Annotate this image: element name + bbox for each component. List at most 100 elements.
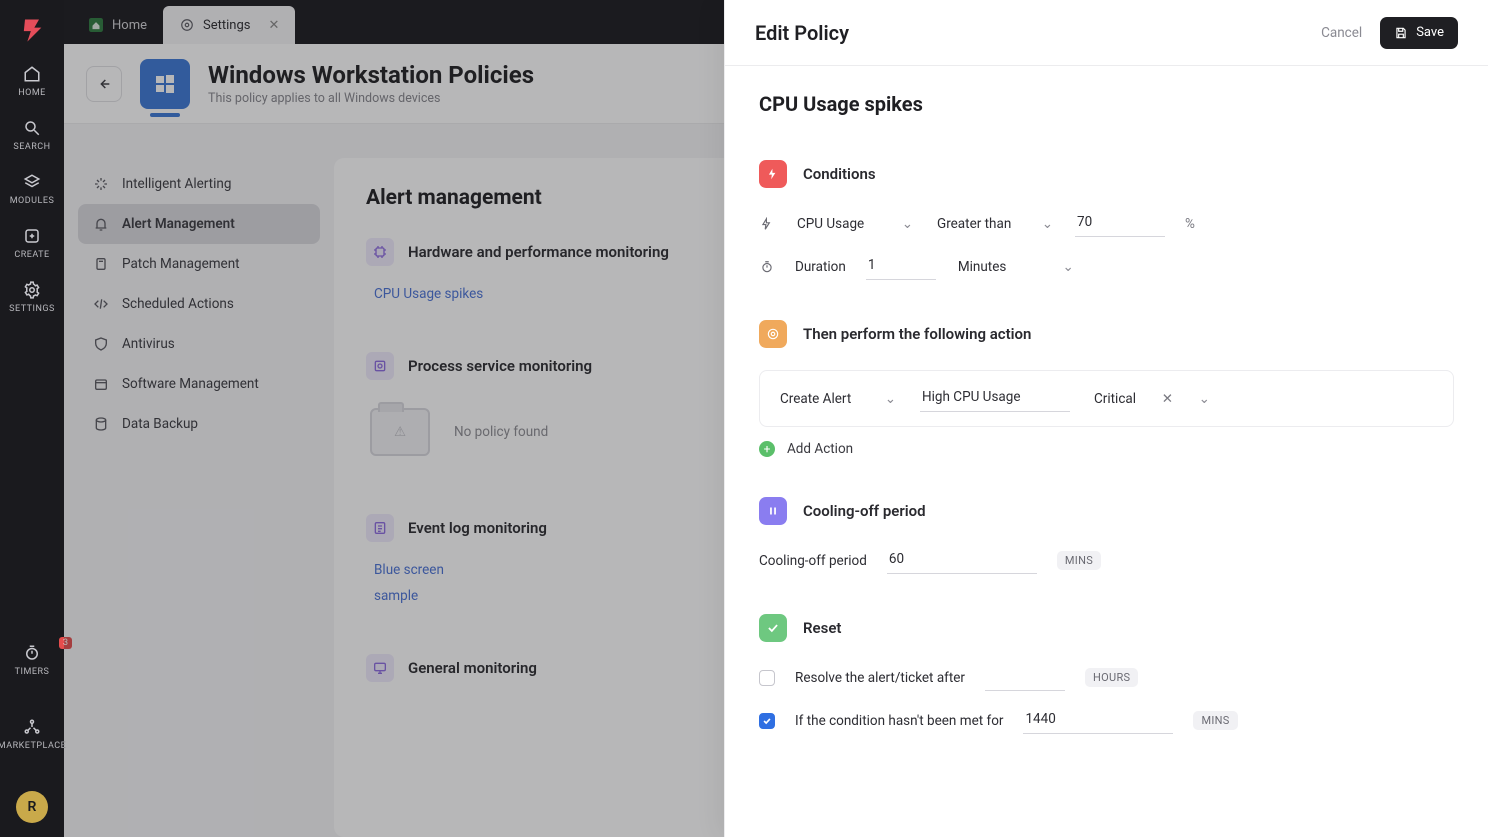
process-title: Process service monitoring bbox=[408, 357, 592, 375]
threshold-unit: % bbox=[1185, 216, 1195, 232]
duration-unit-select[interactable]: Minutes ⌄ bbox=[956, 255, 1076, 279]
gear-tab-icon bbox=[179, 17, 195, 33]
severity-value: Critical bbox=[1094, 391, 1136, 407]
plus-square-icon bbox=[22, 226, 42, 246]
brand-logo bbox=[16, 14, 48, 46]
rail-settings[interactable]: SETTINGS bbox=[0, 280, 64, 314]
left-rail: HOME SEARCH MODULES CREATE SETTINGS 3 TI… bbox=[0, 0, 64, 837]
bell-icon bbox=[92, 215, 110, 233]
rail-modules-label: MODULES bbox=[10, 196, 55, 206]
policy-name: CPU Usage spikes bbox=[759, 92, 1454, 116]
chevron-down-icon: ⌄ bbox=[1199, 391, 1210, 407]
rail-home-label: HOME bbox=[18, 88, 46, 98]
nav-antivirus[interactable]: Antivirus bbox=[78, 324, 320, 364]
action-type-value: Create Alert bbox=[780, 391, 851, 407]
bolt-icon bbox=[759, 160, 787, 188]
policy-nav: Intelligent Alerting Alert Management Pa… bbox=[64, 140, 334, 837]
nav-scheduled-actions[interactable]: Scheduled Actions bbox=[78, 284, 320, 324]
tab-settings-label: Settings bbox=[203, 18, 250, 33]
cancel-button[interactable]: Cancel bbox=[1321, 25, 1362, 41]
duration-input[interactable] bbox=[866, 253, 936, 280]
folder-warning-icon: ⚠ bbox=[370, 408, 430, 456]
save-button-label: Save bbox=[1416, 25, 1444, 40]
action-type-select[interactable]: Create Alert ⌄ bbox=[778, 387, 898, 411]
tab-home[interactable]: Home bbox=[72, 6, 163, 44]
save-icon bbox=[1394, 26, 1408, 40]
metric-select[interactable]: CPU Usage ⌄ bbox=[795, 212, 915, 236]
nav-software-management-label: Software Management bbox=[122, 376, 259, 392]
patch-icon bbox=[92, 255, 110, 273]
hardware-title: Hardware and performance monitoring bbox=[408, 243, 669, 261]
condition-checkbox[interactable] bbox=[759, 713, 775, 729]
nav-alert-management-label: Alert Management bbox=[122, 216, 235, 232]
network-icon bbox=[22, 717, 42, 737]
timer-icon bbox=[22, 643, 42, 663]
add-action-button[interactable]: + Add Action bbox=[759, 441, 1454, 457]
operator-value: Greater than bbox=[937, 216, 1011, 232]
avatar[interactable]: R bbox=[16, 791, 48, 823]
process-icon bbox=[366, 352, 394, 380]
avatar-initial: R bbox=[28, 799, 37, 815]
action-block: Then perform the following action Create… bbox=[759, 320, 1454, 457]
duration-label: Duration bbox=[795, 259, 846, 275]
chevron-down-icon: ⌄ bbox=[902, 216, 913, 232]
general-title: General monitoring bbox=[408, 659, 537, 677]
operator-select[interactable]: Greater than ⌄ bbox=[935, 212, 1055, 236]
nav-antivirus-label: Antivirus bbox=[122, 336, 175, 352]
severity-select[interactable]: Critical ✕ ⌄ bbox=[1092, 387, 1212, 411]
windows-icon bbox=[140, 59, 190, 109]
cooling-heading: Cooling-off period bbox=[803, 502, 926, 520]
chip-icon bbox=[366, 238, 394, 266]
clear-icon[interactable]: ✕ bbox=[1162, 391, 1173, 407]
cooling-value-input[interactable] bbox=[887, 547, 1037, 574]
action-card: Create Alert ⌄ Critical ✕ ⌄ bbox=[759, 370, 1454, 427]
nav-data-backup-label: Data Backup bbox=[122, 416, 198, 432]
search-icon bbox=[22, 118, 42, 138]
chevron-down-icon: ⌄ bbox=[1063, 259, 1074, 275]
edit-policy-drawer: Edit Policy Cancel Save CPU Usage spikes… bbox=[724, 0, 1488, 837]
nav-data-backup[interactable]: Data Backup bbox=[78, 404, 320, 444]
page-subtitle: This policy applies to all Windows devic… bbox=[208, 91, 534, 106]
rail-modules[interactable]: MODULES bbox=[0, 172, 64, 206]
layers-icon bbox=[22, 172, 42, 192]
rail-create[interactable]: CREATE bbox=[0, 226, 64, 260]
database-icon bbox=[92, 415, 110, 433]
rail-timers-label: TIMERS bbox=[15, 667, 50, 677]
condition-unit: MINS bbox=[1193, 711, 1237, 730]
condition-value-input[interactable] bbox=[1023, 707, 1173, 734]
back-button[interactable] bbox=[86, 66, 122, 102]
nav-software-management[interactable]: Software Management bbox=[78, 364, 320, 404]
duration-unit-value: Minutes bbox=[958, 259, 1007, 275]
resolve-value-input[interactable] bbox=[985, 664, 1065, 691]
gear-action-icon bbox=[759, 320, 787, 348]
rail-home[interactable]: HOME bbox=[0, 64, 64, 98]
conditions-heading: Conditions bbox=[803, 165, 876, 183]
sparkle-icon bbox=[92, 175, 110, 193]
check-icon bbox=[759, 614, 787, 642]
log-icon bbox=[366, 514, 394, 542]
action-name-input[interactable] bbox=[920, 385, 1070, 412]
bolt-small-icon bbox=[759, 216, 775, 232]
action-heading: Then perform the following action bbox=[803, 325, 1031, 343]
cooling-label: Cooling-off period bbox=[759, 553, 867, 569]
rail-search[interactable]: SEARCH bbox=[0, 118, 64, 152]
eventlog-title: Event log monitoring bbox=[408, 519, 547, 537]
save-button[interactable]: Save bbox=[1380, 17, 1458, 49]
resolve-checkbox[interactable] bbox=[759, 670, 775, 686]
nav-intelligent-alerting[interactable]: Intelligent Alerting bbox=[78, 164, 320, 204]
rail-marketplace[interactable]: MARKETPLACE bbox=[0, 717, 64, 751]
rail-timers[interactable]: 3 TIMERS bbox=[0, 643, 64, 677]
nav-patch-management[interactable]: Patch Management bbox=[78, 244, 320, 284]
nav-patch-management-label: Patch Management bbox=[122, 256, 240, 272]
rail-create-label: CREATE bbox=[14, 250, 49, 260]
add-action-label: Add Action bbox=[787, 441, 853, 457]
tab-settings[interactable]: Settings ✕ bbox=[163, 6, 295, 44]
condition-label: If the condition hasn't been met for bbox=[795, 713, 1003, 729]
nav-scheduled-actions-label: Scheduled Actions bbox=[122, 296, 234, 312]
reset-heading: Reset bbox=[803, 619, 841, 637]
threshold-input[interactable] bbox=[1075, 210, 1165, 237]
gear-icon bbox=[22, 280, 42, 300]
code-icon bbox=[92, 295, 110, 313]
nav-alert-management[interactable]: Alert Management bbox=[78, 204, 320, 244]
close-tab-icon[interactable]: ✕ bbox=[268, 18, 279, 33]
